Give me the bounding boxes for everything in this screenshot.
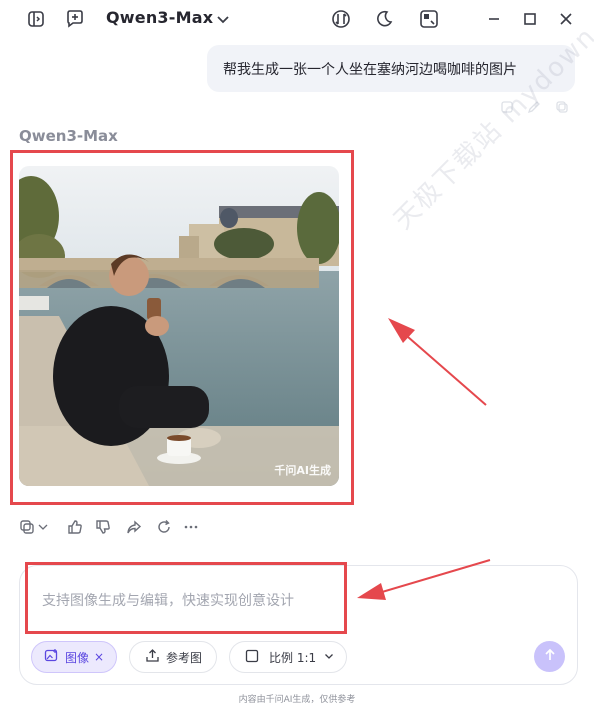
prompt-input[interactable]: 支持图像生成与编辑，快速实现创意设计 bbox=[42, 590, 294, 610]
sidebar-toggle-icon[interactable] bbox=[25, 8, 47, 30]
aspect-ratio-chip[interactable]: 比例 1:1 bbox=[229, 641, 347, 673]
copy-message-icon[interactable] bbox=[555, 99, 571, 113]
generated-image[interactable]: 千问AI生成 bbox=[19, 166, 339, 486]
assistant-name: Qwen3-Max bbox=[19, 127, 118, 145]
send-button[interactable] bbox=[534, 641, 565, 672]
data-sync-icon[interactable] bbox=[330, 8, 352, 30]
title-bar: Qwen3-Max bbox=[0, 0, 594, 38]
more-icon[interactable] bbox=[181, 517, 201, 537]
image-mode-chip[interactable]: 图像 × bbox=[31, 641, 117, 673]
user-message-text: 帮我生成一张一个人坐在塞纳河边喝咖啡的图片 bbox=[223, 61, 517, 78]
chevron-down-icon[interactable] bbox=[33, 517, 53, 537]
share-icon[interactable] bbox=[124, 517, 144, 537]
thumbs-down-icon[interactable] bbox=[93, 517, 113, 537]
moon-icon[interactable] bbox=[373, 8, 395, 30]
reference-image-chip[interactable]: 参考图 bbox=[129, 641, 217, 673]
image-watermark: 千问AI生成 bbox=[274, 464, 331, 477]
image-mode-label: 图像 bbox=[65, 650, 90, 665]
regenerate-icon[interactable] bbox=[154, 517, 174, 537]
arrow-up-icon bbox=[543, 647, 557, 666]
new-chat-icon[interactable] bbox=[64, 8, 86, 30]
reference-image-label: 参考图 bbox=[166, 650, 203, 665]
remove-image-mode-button[interactable]: × bbox=[94, 650, 104, 664]
square-icon bbox=[245, 649, 259, 666]
model-selector-label[interactable]: Qwen3-Max bbox=[106, 8, 213, 27]
footer-disclaimer: 内容由千问AI生成，仅供参考 bbox=[238, 695, 356, 705]
chevron-down-icon[interactable] bbox=[212, 8, 234, 30]
image-edit-icon bbox=[44, 648, 59, 666]
minimize-icon[interactable] bbox=[483, 8, 505, 30]
thumbs-up-icon[interactable] bbox=[65, 517, 85, 537]
aspect-ratio-label: 比例 1:1 bbox=[269, 650, 317, 665]
maximize-icon[interactable] bbox=[519, 8, 541, 30]
annotation-arrow-image bbox=[388, 318, 487, 406]
upload-icon bbox=[145, 648, 160, 666]
chevron-down-icon bbox=[324, 650, 334, 664]
screenshot-icon[interactable] bbox=[418, 8, 440, 30]
